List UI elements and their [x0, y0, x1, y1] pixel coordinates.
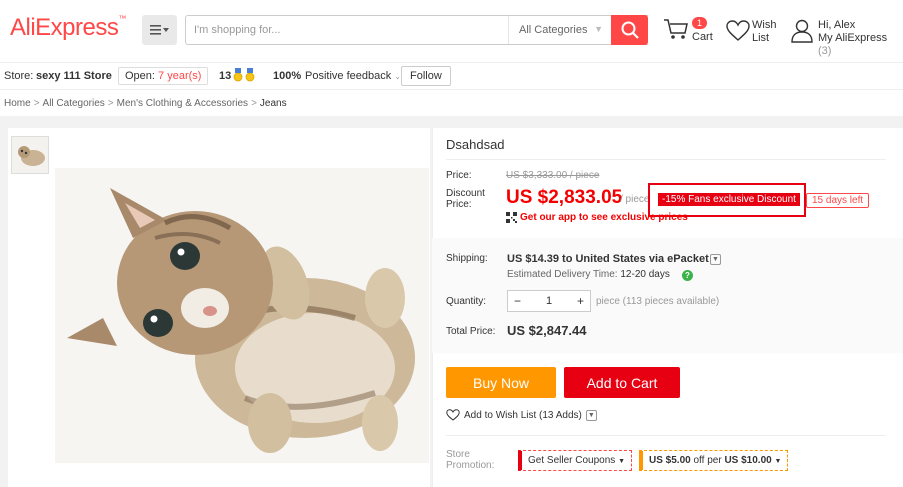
quantity-label: Quantity:: [446, 296, 487, 307]
account-button[interactable]: [791, 19, 813, 46]
product-title: Dsahdsad: [446, 137, 505, 152]
breadcrumb-all-categories[interactable]: All Categories: [43, 98, 105, 109]
cart-label[interactable]: Cart: [692, 31, 713, 43]
heart-plus-icon: [446, 409, 460, 421]
chevron-down-icon: ⌄: [394, 72, 401, 81]
menu-icon: [149, 25, 169, 35]
product-main-image[interactable]: [55, 168, 429, 463]
chevron-down-icon: ▼: [618, 458, 625, 465]
discount-label-line2: Price:: [446, 199, 472, 210]
total-price-label: Total Price:: [446, 326, 496, 337]
fans-discount-tag: -15% Fans exclusive Discount: [658, 193, 800, 206]
discount-price-label: Discount Price:: [446, 188, 485, 210]
discount-price: US $2,833.05: [506, 187, 623, 208]
kitten-image: [55, 168, 429, 463]
qr-code-icon: [506, 212, 517, 223]
heart-icon: [726, 20, 750, 41]
wish-label-line2: List: [752, 32, 770, 44]
chevron-down-icon: ▼: [594, 24, 603, 34]
promo-label-line1: Store: [446, 449, 470, 460]
coupon-text: Get Seller Coupons: [528, 455, 616, 466]
medal-icon: [232, 67, 258, 86]
price-label: Price:: [446, 170, 472, 181]
help-icon[interactable]: ?: [682, 270, 693, 281]
eta-value: 12-20 days: [620, 269, 670, 280]
store-promotion-label: Store Promotion:: [446, 449, 494, 471]
breadcrumb-mens-clothing[interactable]: Men's Clothing & Accessories: [117, 98, 248, 109]
chevron-down-icon[interactable]: ▼: [585, 409, 597, 421]
open-years: 7 year(s): [158, 70, 202, 82]
add-wishlist-text: Add to Wish List (13 Adds): [464, 409, 582, 421]
feedback-label: Positive feedback: [305, 70, 392, 82]
estimated-delivery: Estimated Delivery Time: 12-20 days: [507, 269, 670, 280]
breadcrumb-jeans[interactable]: Jeans: [260, 98, 287, 109]
product-thumbnail[interactable]: [11, 136, 49, 174]
promo-label-line2: Promotion:: [446, 460, 495, 471]
open-prefix: Open:: [125, 70, 155, 82]
shipping-dropdown-icon[interactable]: ▼: [710, 254, 721, 265]
store-deal-button[interactable]: US $5.00 off per US $10.00 ▼: [639, 450, 789, 471]
add-to-cart-button[interactable]: Add to Cart: [564, 367, 680, 398]
my-aliexpress-link: My AliExpress: [818, 32, 888, 44]
days-left-badge: 15 days left: [806, 193, 870, 208]
quantity-stepper: − 1 +: [507, 290, 591, 312]
store-open-badge: Open: 7 year(s): [118, 67, 209, 85]
quantity-available: piece (113 pieces available): [596, 296, 720, 307]
per-piece-label: / piece: [620, 194, 650, 205]
app-promo-link[interactable]: Get our app to see exclusive prices: [506, 212, 688, 223]
store-level: 13: [219, 70, 232, 82]
decrease-button[interactable]: −: [514, 294, 521, 308]
deal-amount: US $5.00: [649, 455, 691, 466]
shipping-label: Shipping:: [446, 253, 488, 264]
wish-list-button[interactable]: [726, 20, 750, 45]
account-label[interactable]: Hi, Alex My AliExpress (3): [818, 19, 903, 58]
search-bar: All Categories ▼: [185, 15, 648, 45]
search-button[interactable]: [611, 15, 648, 45]
store-label: Store:: [4, 70, 34, 82]
cart-count-badge: 1: [692, 17, 708, 29]
wish-list-label[interactable]: Wish List: [752, 19, 782, 45]
add-to-wishlist-link[interactable]: Add to Wish List (13 Adds) ▼: [446, 409, 597, 421]
feedback-percent: 100%: [273, 70, 302, 82]
feedback-dropdown[interactable]: Positive feedback ⌄: [305, 70, 401, 82]
breadcrumb: Home > All Categories > Men's Clothing & Acc…: [4, 98, 287, 109]
buy-now-button[interactable]: Buy Now: [446, 367, 556, 398]
user-icon: [791, 19, 813, 43]
follow-button[interactable]: Follow: [401, 66, 451, 86]
quantity-value[interactable]: 1: [546, 295, 552, 307]
original-price: US $3,333.00 / piece: [506, 170, 600, 181]
chevron-down-icon: ▼: [774, 458, 782, 465]
aliexpress-logo[interactable]: AliExpress™: [10, 14, 126, 42]
store-name-link[interactable]: sexy 111 Store: [36, 70, 112, 82]
shipping-value: US $14.39 to United States via ePacket: [507, 253, 709, 265]
divider: [446, 159, 886, 160]
cart-button[interactable]: [663, 17, 689, 44]
breadcrumb-home[interactable]: Home: [4, 98, 31, 109]
eta-label: Estimated Delivery Time:: [507, 269, 618, 280]
seller-coupons-button[interactable]: Get Seller Coupons ▼: [518, 450, 632, 471]
wish-label-line1: Wish: [752, 19, 777, 31]
deal-mid-text: off per: [693, 455, 722, 466]
divider: [446, 435, 886, 436]
account-count: (3): [818, 45, 832, 57]
cart-icon: [664, 19, 688, 39]
deal-threshold: US $10.00: [724, 455, 772, 466]
user-greeting: Hi, Alex: [818, 19, 856, 31]
category-select[interactable]: All Categories ▼: [508, 16, 611, 44]
category-select-value: All Categories: [519, 24, 588, 36]
category-menu-button[interactable]: [142, 15, 177, 45]
increase-button[interactable]: +: [577, 294, 584, 308]
search-input[interactable]: [194, 16, 504, 44]
discount-label-line1: Discount: [446, 188, 485, 199]
search-icon: [621, 21, 639, 39]
app-promo-text: Get our app to see exclusive prices: [520, 212, 688, 223]
total-price-value: US $2,847.44: [507, 323, 587, 338]
